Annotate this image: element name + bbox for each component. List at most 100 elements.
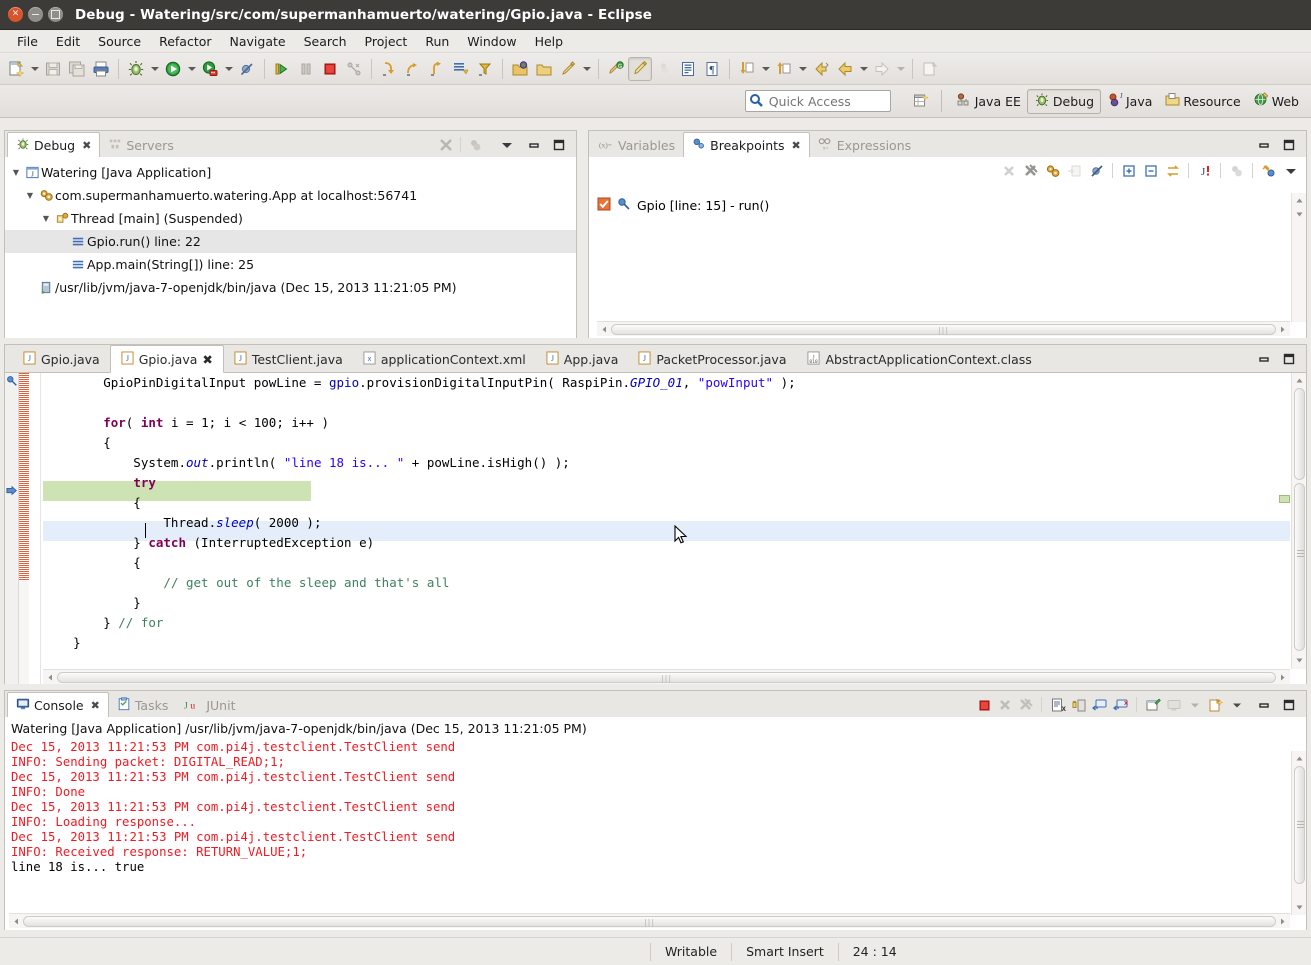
scrollbar-thumb[interactable] xyxy=(1294,766,1305,884)
run-icon[interactable] xyxy=(161,57,185,81)
view-menu-icon[interactable] xyxy=(497,135,516,154)
step-over-icon[interactable] xyxy=(401,57,425,81)
expand-all-icon[interactable] xyxy=(1119,161,1138,180)
scroll-right-arrow-icon[interactable] xyxy=(1276,323,1289,336)
tab-debug[interactable]: Debug ✖ xyxy=(7,132,100,158)
close-window-button[interactable]: ✕ xyxy=(8,7,23,22)
minimize-icon[interactable] xyxy=(1254,695,1273,714)
tab-servers[interactable]: Servers xyxy=(100,133,182,157)
display-selected-console-icon[interactable] xyxy=(1164,695,1183,714)
run-dropdown-icon[interactable] xyxy=(185,57,198,81)
menu-refactor[interactable]: Refactor xyxy=(150,32,220,51)
menu-file[interactable]: File xyxy=(8,32,47,51)
remove-all-breakpoints-icon[interactable] xyxy=(1021,161,1040,180)
scroll-right-arrow-icon[interactable] xyxy=(1276,671,1289,684)
pin-console-icon[interactable] xyxy=(1143,695,1162,714)
open-type-icon[interactable] xyxy=(508,57,532,81)
editor-tab-abstractapplicationcontext[interactable]: J010 AbstractApplicationContext.class xyxy=(797,346,1042,372)
previous-edit-icon[interactable] xyxy=(772,57,796,81)
maximize-icon[interactable] xyxy=(549,135,568,154)
breakpoint-group-icon[interactable] xyxy=(1259,161,1278,180)
terminate-icon[interactable] xyxy=(974,695,993,714)
menu-project[interactable]: Project xyxy=(356,32,417,51)
remove-all-terminated-icon[interactable] xyxy=(436,135,455,154)
previous-edit-dropdown-icon[interactable] xyxy=(796,57,809,81)
scroll-up-arrow-icon[interactable] xyxy=(1293,752,1306,765)
disconnect-icon[interactable] xyxy=(342,57,366,81)
tab-tasks[interactable]: Tasks xyxy=(109,693,177,717)
maximize-icon[interactable] xyxy=(1279,135,1298,154)
scroll-left-arrow-icon[interactable] xyxy=(44,671,57,684)
search-dropdown-icon[interactable] xyxy=(580,57,593,81)
overview-ruler-marker[interactable] xyxy=(1279,495,1290,503)
scroll-down-arrow-icon[interactable] xyxy=(1293,901,1306,914)
tab-variables[interactable]: (x)= Variables xyxy=(591,133,683,157)
code-editor[interactable]: GpioPinDigitalInput powLine = gpio.provi… xyxy=(5,373,1306,684)
breakpoints-vertical-scrollbar[interactable] xyxy=(1291,193,1306,322)
minimize-icon[interactable] xyxy=(1254,349,1273,368)
drop-to-frame-icon[interactable] xyxy=(449,57,473,81)
close-icon[interactable]: ✖ xyxy=(82,139,91,152)
close-icon[interactable]: ✖ xyxy=(91,699,100,712)
skip-all-breakpoints-icon[interactable] xyxy=(1087,161,1106,180)
editor-tab-applicationcontext[interactable]: x applicationContext.xml xyxy=(353,346,536,372)
next-annotation-icon[interactable] xyxy=(652,57,676,81)
scrollbar-thumb-upper[interactable] xyxy=(1294,388,1305,480)
skip-breakpoints-icon[interactable] xyxy=(235,57,259,81)
open-task-icon[interactable] xyxy=(532,57,556,81)
close-icon[interactable]: ✖ xyxy=(792,139,801,152)
editor-tab-packetprocessor[interactable]: J PacketProcessor.java xyxy=(628,346,796,372)
clear-console-icon[interactable]: x xyxy=(1048,695,1067,714)
perspective-web[interactable]: Web xyxy=(1247,90,1305,113)
working-sets-icon[interactable] xyxy=(1227,161,1246,180)
twisty-icon[interactable]: ▼ xyxy=(9,168,23,177)
breakpoints-horizontal-scrollbar[interactable]: ||| xyxy=(597,321,1290,336)
tree-row-stackframe-app[interactable]: App.main(String[]) line: 25 xyxy=(5,253,576,276)
perspective-debug[interactable]: Debug xyxy=(1027,89,1101,114)
perspective-resource[interactable]: Resource xyxy=(1158,90,1246,113)
step-return-icon[interactable] xyxy=(425,57,449,81)
perspective-java-ee[interactable]: Java EE xyxy=(950,90,1027,113)
close-icon[interactable]: ✖ xyxy=(202,352,212,367)
tree-row-launch[interactable]: ▼ J Watering [Java Application] xyxy=(5,161,576,184)
print-icon[interactable] xyxy=(89,57,113,81)
minimize-icon[interactable] xyxy=(524,135,543,154)
tree-row-thread[interactable]: ▼ Thread [main] (Suspended) xyxy=(5,207,576,230)
next-annotation-nav-icon[interactable] xyxy=(809,57,833,81)
breakpoint-list-item[interactable]: Gpio [line: 15] - run() xyxy=(597,197,769,214)
go-to-file-icon[interactable] xyxy=(1065,161,1084,180)
forward-dropdown-icon[interactable] xyxy=(894,57,907,81)
back-dropdown-icon[interactable] xyxy=(857,57,870,81)
maximize-icon[interactable] xyxy=(1279,349,1298,368)
debug-icon[interactable] xyxy=(124,57,148,81)
console-output[interactable]: Dec 15, 2013 11:21:53 PM com.pi4j.testcl… xyxy=(5,740,1306,875)
minimize-window-button[interactable] xyxy=(28,7,43,22)
debug-dropdown-icon[interactable] xyxy=(148,57,161,81)
scrollbar-thumb[interactable]: ||| xyxy=(23,916,1276,927)
show-whitespace-icon[interactable]: ¶ xyxy=(700,57,724,81)
save-all-icon[interactable] xyxy=(65,57,89,81)
editor-tab-gpio-2[interactable]: J Gpio.java ✖ xyxy=(110,345,224,373)
link-with-debug-view-icon[interactable] xyxy=(1043,161,1062,180)
toggle-block-selection-icon[interactable] xyxy=(676,57,700,81)
remove-launch-icon[interactable] xyxy=(995,695,1014,714)
maximize-icon[interactable] xyxy=(1279,695,1298,714)
tab-expressions[interactable]: x= Expressions xyxy=(810,133,919,157)
twisty-icon[interactable]: ▼ xyxy=(39,214,53,223)
scroll-up-arrow-icon[interactable] xyxy=(1293,374,1306,387)
perspective-java[interactable]: J Java xyxy=(1101,90,1158,113)
view-menu-icon[interactable] xyxy=(1281,161,1300,180)
menu-run[interactable]: Run xyxy=(416,32,458,51)
quick-access-input[interactable] xyxy=(745,90,891,112)
open-console-dropdown-icon[interactable] xyxy=(1227,695,1246,714)
next-edit-icon[interactable] xyxy=(735,57,759,81)
breakpoint-checkbox[interactable] xyxy=(597,197,611,214)
scrollbar-thumb[interactable]: ||| xyxy=(611,324,1276,335)
open-perspective-icon[interactable] xyxy=(909,89,933,113)
debug-view-menu-icon[interactable] xyxy=(466,135,485,154)
show-console-on-output-icon[interactable] xyxy=(1090,695,1109,714)
editor-horizontal-scrollbar[interactable]: ||| xyxy=(43,669,1290,684)
suspend-icon[interactable] xyxy=(294,57,318,81)
editor-tab-testclient[interactable]: J TestClient.java xyxy=(224,346,353,372)
terminate-icon[interactable] xyxy=(318,57,342,81)
